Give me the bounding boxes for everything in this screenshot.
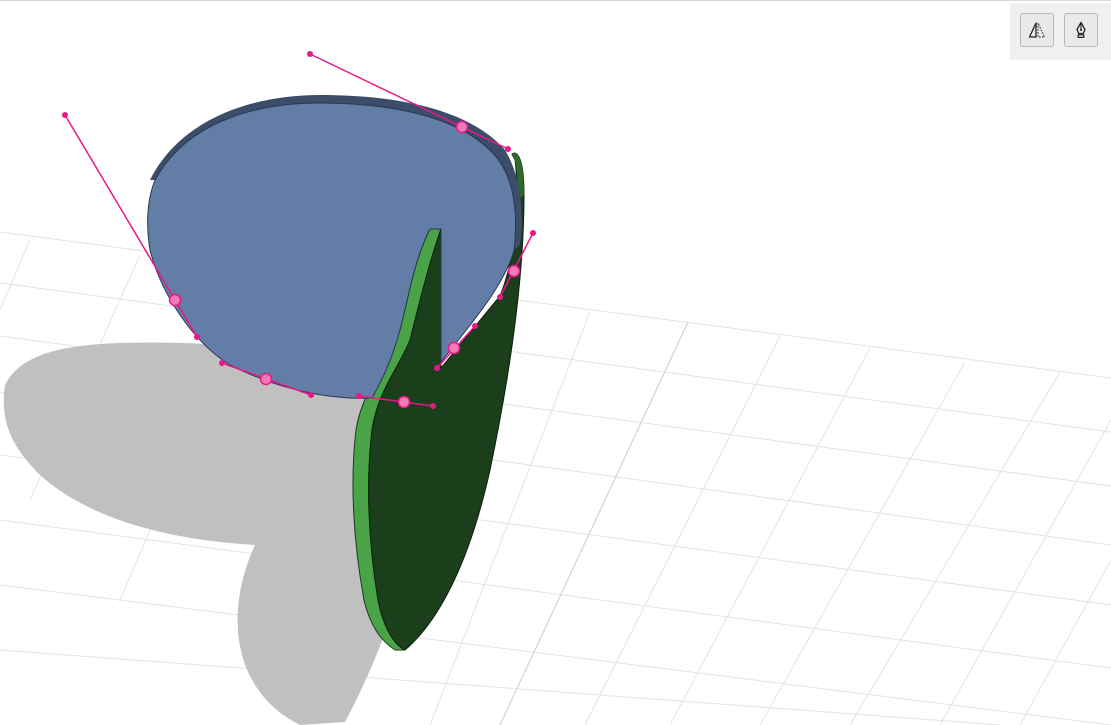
handle-tip[interactable] <box>434 365 440 371</box>
handle-tip[interactable] <box>430 403 436 409</box>
grid-axis-line <box>499 321 689 725</box>
control-point[interactable] <box>168 293 182 307</box>
handle-tip[interactable] <box>497 294 503 300</box>
editor-app <box>0 0 1111 725</box>
control-point[interactable] <box>455 120 469 134</box>
3d-viewport[interactable] <box>0 0 1111 725</box>
control-point[interactable] <box>447 341 461 355</box>
handle-tip[interactable] <box>308 392 314 398</box>
mirror-symmetry-icon <box>1028 22 1046 38</box>
handle-tip[interactable] <box>505 146 511 152</box>
handle-tip[interactable] <box>194 334 200 340</box>
handle-tip[interactable] <box>62 112 68 118</box>
control-point[interactable] <box>507 264 521 278</box>
handle-tip[interactable] <box>472 323 478 329</box>
handle-tip[interactable] <box>307 51 313 57</box>
control-point[interactable] <box>397 395 411 409</box>
handle-tip[interactable] <box>356 393 362 399</box>
pen-tool-icon <box>1076 21 1086 39</box>
control-point[interactable] <box>259 372 273 386</box>
tool-panel <box>1010 3 1111 60</box>
handle-tip[interactable] <box>219 360 225 366</box>
mirror-button[interactable] <box>1020 13 1054 47</box>
handle-tip[interactable] <box>530 230 536 236</box>
pen-tool-button[interactable] <box>1064 13 1098 47</box>
